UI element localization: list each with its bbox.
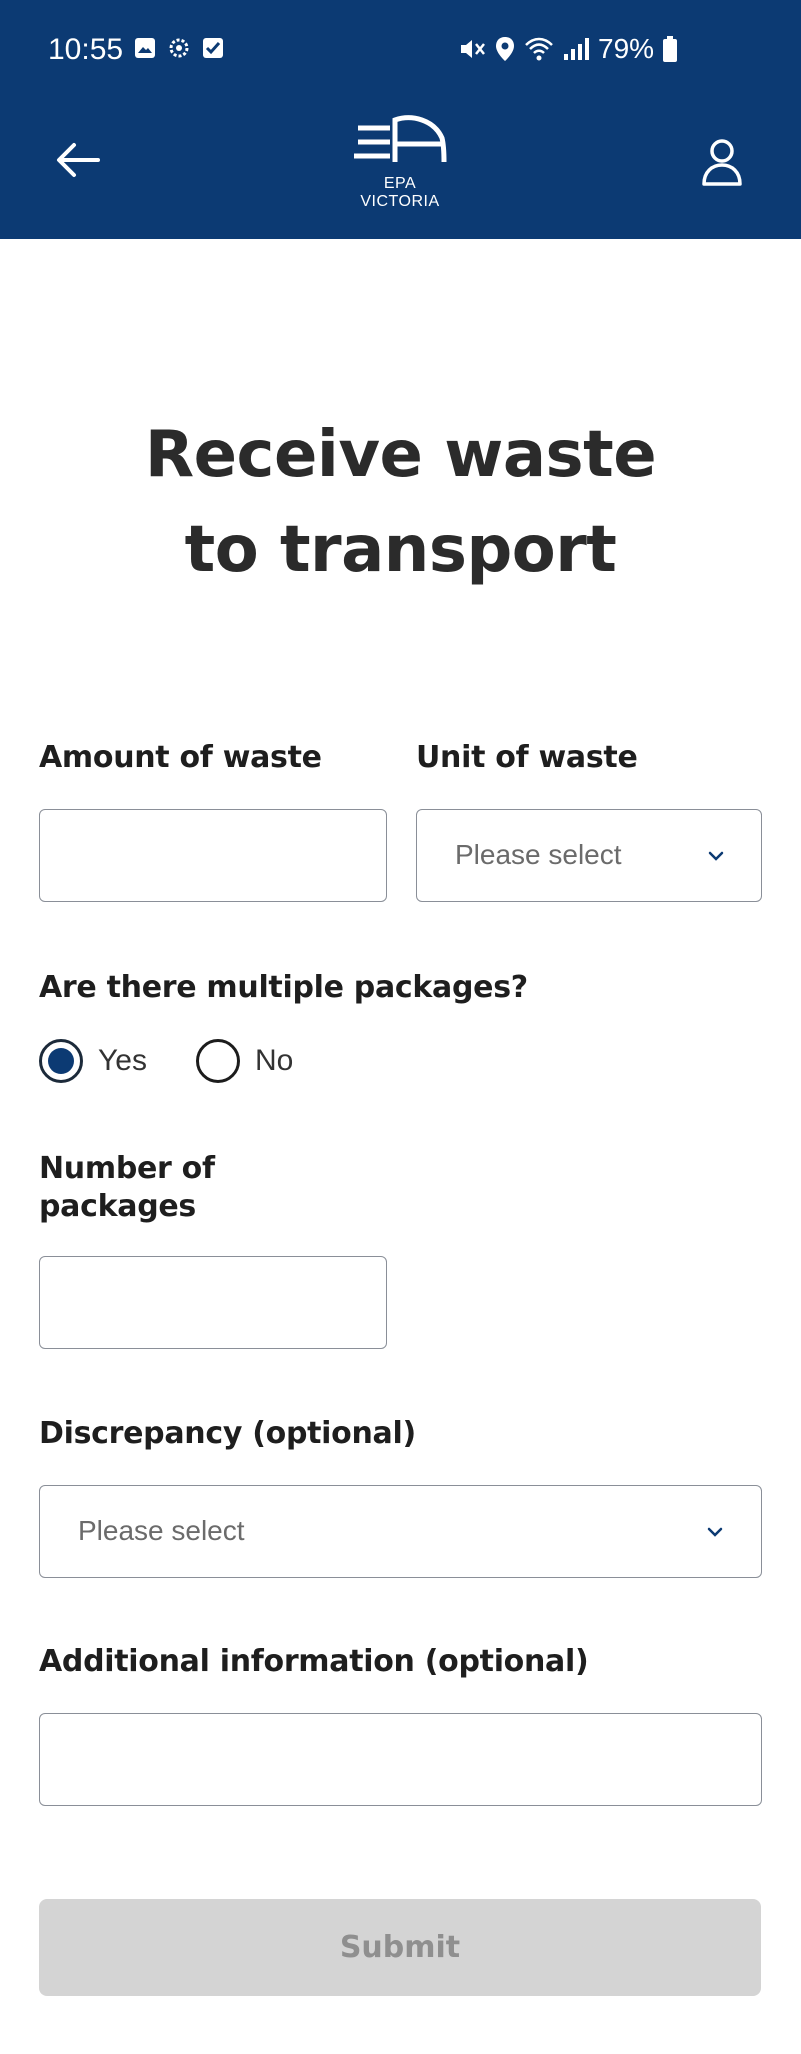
- battery-icon: [663, 36, 678, 62]
- logo-text-epa: EPA: [383, 175, 417, 192]
- location-icon: [496, 37, 514, 61]
- amount-of-waste-label: Amount of waste: [39, 740, 322, 775]
- additional-information-label: Additional information (optional): [39, 1644, 589, 1679]
- page-title-line2: to transport: [184, 513, 617, 587]
- chevron-down-icon: [707, 1527, 723, 1537]
- app-header: 10:55 79% EPA VICTORIA: [0, 0, 801, 239]
- unit-of-waste-select[interactable]: Please select: [416, 809, 762, 902]
- epa-victoria-logo: EPA VICTORIA: [340, 112, 460, 212]
- multiple-packages-label: Are there multiple packages?: [39, 970, 528, 1005]
- number-of-packages-label-line1: Number of: [39, 1151, 215, 1186]
- status-bar: 10:55 79%: [0, 0, 801, 100]
- discrepancy-label: Discrepancy (optional): [39, 1416, 416, 1451]
- radio-yes[interactable]: [39, 1039, 83, 1083]
- unit-of-waste-label: Unit of waste: [416, 740, 638, 775]
- wifi-icon: [525, 37, 553, 61]
- status-icons-right: 79%: [458, 33, 678, 65]
- battery-percent: 79%: [598, 33, 655, 64]
- radio-yes-label[interactable]: Yes: [98, 1044, 147, 1078]
- number-of-packages-label: Number of packages: [39, 1150, 215, 1226]
- epa-logo-mark: [354, 115, 447, 163]
- status-time: 10:55: [48, 33, 124, 66]
- unit-of-waste-value: Please select: [455, 839, 622, 870]
- submit-button[interactable]: Submit: [39, 1899, 761, 1996]
- discrepancy-value: Please select: [78, 1515, 245, 1546]
- mute-icon: [461, 40, 485, 58]
- discrepancy-select[interactable]: Please select: [39, 1485, 762, 1578]
- radio-no[interactable]: [196, 1039, 240, 1083]
- signal-icon: [564, 38, 589, 60]
- page-title-line1: Receive waste: [144, 418, 657, 492]
- page-title: Receive waste to transport: [0, 408, 801, 598]
- additional-information-input[interactable]: [39, 1713, 762, 1806]
- back-arrow-icon[interactable]: [54, 140, 100, 180]
- logo-text-victoria: VICTORIA: [360, 193, 440, 210]
- gallery-icon: [135, 38, 155, 58]
- user-profile-icon[interactable]: [700, 138, 744, 188]
- checkbox-icon: [203, 38, 223, 58]
- settings-icon: [169, 38, 189, 58]
- number-of-packages-input[interactable]: [39, 1256, 387, 1349]
- chevron-down-icon: [708, 851, 724, 861]
- amount-of-waste-input[interactable]: [39, 809, 387, 902]
- status-icons-left: [133, 36, 225, 60]
- number-of-packages-label-line2: packages: [39, 1189, 196, 1224]
- radio-no-label[interactable]: No: [255, 1044, 293, 1078]
